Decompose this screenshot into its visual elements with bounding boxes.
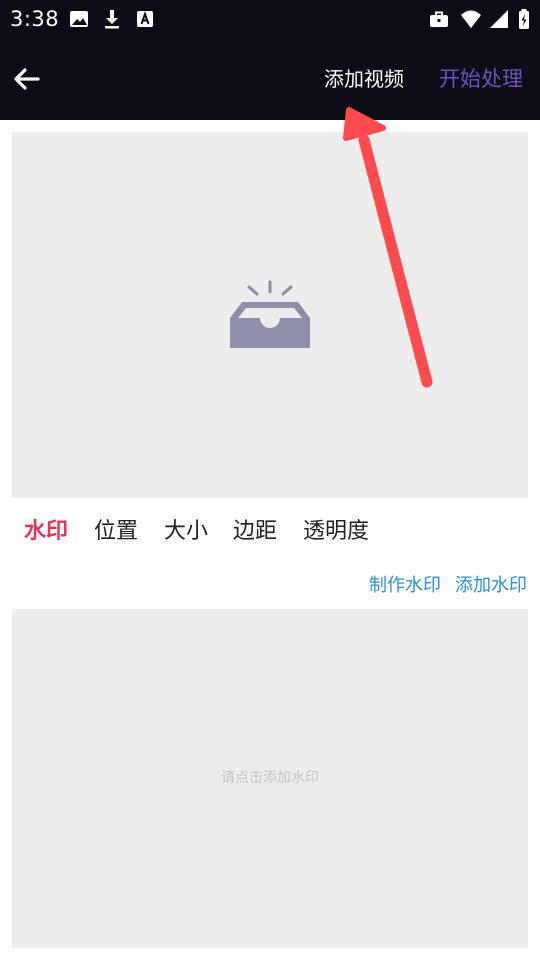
download-icon: [101, 8, 123, 30]
add-video-button[interactable]: 添加视频: [316, 64, 412, 94]
tab-position[interactable]: 位置: [94, 510, 138, 554]
arrow-left-icon: [10, 62, 44, 96]
watermark-placeholder: 请点击添加水印: [221, 770, 319, 786]
tab-size[interactable]: 大小: [164, 510, 208, 554]
signal-icon: [488, 8, 510, 30]
start-processing-button[interactable]: 开始处理: [432, 63, 530, 95]
text-a-icon: [134, 8, 156, 30]
empty-inbox-icon: [228, 280, 312, 352]
tab-margin[interactable]: 边距: [233, 510, 277, 554]
back-button[interactable]: [10, 62, 44, 96]
wifi-icon: [460, 8, 482, 30]
make-watermark-link[interactable]: 制作水印: [369, 572, 441, 600]
app-bar: 添加视频 开始处理: [0, 38, 540, 120]
status-bar: 3:38: [0, 0, 540, 38]
briefcase-icon: [428, 8, 450, 30]
watermark-area[interactable]: 请点击添加水印: [12, 609, 528, 948]
image-icon: [68, 8, 90, 30]
tab-watermark[interactable]: 水印: [24, 510, 68, 554]
video-preview-area[interactable]: [12, 132, 528, 498]
tab-opacity[interactable]: 透明度: [303, 510, 369, 554]
add-watermark-link[interactable]: 添加水印: [455, 572, 527, 600]
settings-tabs: 水印 位置 大小 边距 透明度: [0, 510, 540, 554]
status-time: 3:38: [10, 7, 60, 31]
battery-icon: [514, 8, 536, 30]
